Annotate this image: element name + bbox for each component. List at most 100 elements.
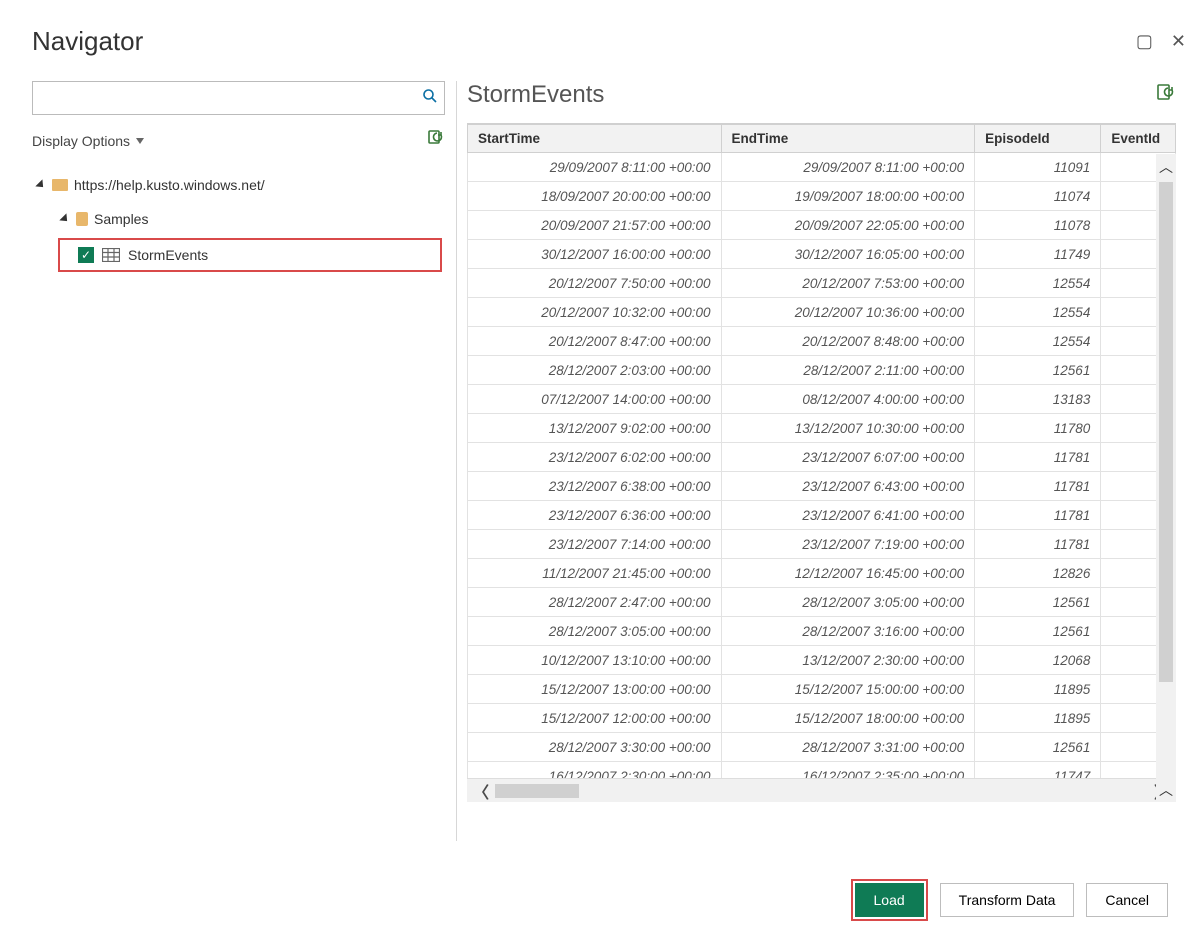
expand-icon[interactable] [59,213,70,224]
cell-endtime: 23/12/2007 6:07:00 +00:00 [721,443,975,472]
table-row[interactable]: 20/09/2007 21:57:00 +00:0020/09/2007 22:… [468,211,1176,240]
tree-table-label: StormEvents [128,247,208,263]
cell-episodeid: 12554 [975,327,1101,356]
cell-starttime: 20/12/2007 7:50:00 +00:00 [468,269,722,298]
table-row[interactable]: 29/09/2007 8:11:00 +00:0029/09/2007 8:11… [468,153,1176,182]
scroll-thumb[interactable] [1159,182,1173,682]
table-row[interactable]: 16/12/2007 2:30:00 +00:0016/12/2007 2:35… [468,762,1176,779]
search-icon[interactable] [416,88,444,109]
table-row[interactable]: 28/12/2007 2:47:00 +00:0028/12/2007 3:05… [468,588,1176,617]
table-row[interactable]: 15/12/2007 13:00:00 +00:0015/12/2007 15:… [468,675,1176,704]
cell-starttime: 20/12/2007 8:47:00 +00:00 [468,327,722,356]
table-row[interactable]: 15/12/2007 12:00:00 +00:0015/12/2007 18:… [468,704,1176,733]
cell-starttime: 20/09/2007 21:57:00 +00:00 [468,211,722,240]
cell-episodeid: 12554 [975,269,1101,298]
table-row[interactable]: 20/12/2007 10:32:00 +00:0020/12/2007 10:… [468,298,1176,327]
cell-starttime: 28/12/2007 3:05:00 +00:00 [468,617,722,646]
scroll-up-icon[interactable]: ﹀ [1159,154,1173,178]
display-options-dropdown[interactable]: Display Options [32,133,144,149]
scroll-left-icon[interactable]: 〈 [473,779,489,803]
table-row[interactable]: 11/12/2007 21:45:00 +00:0012/12/2007 16:… [468,559,1176,588]
cell-endtime: 20/09/2007 22:05:00 +00:00 [721,211,975,240]
cell-endtime: 15/12/2007 15:00:00 +00:00 [721,675,975,704]
table-row[interactable]: 23/12/2007 7:14:00 +00:0023/12/2007 7:19… [468,530,1176,559]
cell-starttime: 23/12/2007 6:38:00 +00:00 [468,472,722,501]
table-header-row: StartTime EndTime EpisodeId EventId [468,125,1176,153]
cell-endtime: 08/12/2007 4:00:00 +00:00 [721,385,975,414]
checkbox-checked-icon[interactable]: ✓ [78,247,94,263]
connection-tree: https://help.kusto.windows.net/ Samples … [32,170,450,272]
search-box[interactable] [32,81,445,115]
cell-starttime: 10/12/2007 13:10:00 +00:00 [468,646,722,675]
cell-starttime: 29/09/2007 8:11:00 +00:00 [468,153,722,182]
search-input[interactable] [33,86,416,110]
cell-episodeid: 12561 [975,733,1101,762]
preview-pane: StormEvents StartTime EndTime EpisodeId … [467,81,1200,841]
cell-episodeid: 11078 [975,211,1101,240]
cell-endtime: 30/12/2007 16:05:00 +00:00 [721,240,975,269]
cell-episodeid: 12561 [975,356,1101,385]
tree-table-node-stormevents[interactable]: ✓ StormEvents [58,238,442,272]
cell-starttime: 28/12/2007 3:30:00 +00:00 [468,733,722,762]
table-row[interactable]: 28/12/2007 3:30:00 +00:0028/12/2007 3:31… [468,733,1176,762]
table-row[interactable]: 07/12/2007 14:00:00 +00:0008/12/2007 4:0… [468,385,1176,414]
scroll-down-icon[interactable]: ︿ [1159,778,1173,802]
expand-icon[interactable] [35,179,46,190]
vertical-scrollbar[interactable]: ﹀ ︿ [1156,154,1176,802]
cell-starttime: 20/12/2007 10:32:00 +00:00 [468,298,722,327]
cell-episodeid: 11091 [975,153,1101,182]
table-row[interactable]: 23/12/2007 6:38:00 +00:0023/12/2007 6:43… [468,472,1176,501]
col-header-starttime[interactable]: StartTime [468,125,722,153]
tree-database-node[interactable]: Samples [62,204,450,234]
col-header-eventid[interactable]: EventId [1101,125,1176,153]
cell-episodeid: 12826 [975,559,1101,588]
cell-episodeid: 12068 [975,646,1101,675]
window-close-icon[interactable]: ✕ [1171,32,1186,50]
cell-starttime: 28/12/2007 2:47:00 +00:00 [468,588,722,617]
cancel-button[interactable]: Cancel [1086,883,1168,917]
col-header-endtime[interactable]: EndTime [721,125,975,153]
cell-starttime: 15/12/2007 13:00:00 +00:00 [468,675,722,704]
tree-root-label: https://help.kusto.windows.net/ [74,177,265,193]
cell-starttime: 15/12/2007 12:00:00 +00:00 [468,704,722,733]
col-header-episodeid[interactable]: EpisodeId [975,125,1101,153]
table-row[interactable]: 20/12/2007 8:47:00 +00:0020/12/2007 8:48… [468,327,1176,356]
cell-endtime: 15/12/2007 18:00:00 +00:00 [721,704,975,733]
cell-episodeid: 11895 [975,675,1101,704]
navigator-sidebar: Display Options https://help.kusto.windo… [0,81,450,841]
table-row[interactable]: 13/12/2007 9:02:00 +00:0013/12/2007 10:3… [468,414,1176,443]
cell-episodeid: 11781 [975,501,1101,530]
table-row[interactable]: 28/12/2007 3:05:00 +00:0028/12/2007 3:16… [468,617,1176,646]
cell-starttime: 07/12/2007 14:00:00 +00:00 [468,385,722,414]
data-grid: StartTime EndTime EpisodeId EventId 29/0… [467,123,1176,802]
cell-starttime: 16/12/2007 2:30:00 +00:00 [468,762,722,779]
cell-endtime: 28/12/2007 3:31:00 +00:00 [721,733,975,762]
table-row[interactable]: 23/12/2007 6:02:00 +00:0023/12/2007 6:07… [468,443,1176,472]
horizontal-scrollbar[interactable]: 〈 〉 [467,778,1176,802]
table-row[interactable]: 10/12/2007 13:10:00 +00:0013/12/2007 2:3… [468,646,1176,675]
cell-endtime: 12/12/2007 16:45:00 +00:00 [721,559,975,588]
table-row[interactable]: 30/12/2007 16:00:00 +00:0030/12/2007 16:… [468,240,1176,269]
refresh-preview-icon[interactable] [1156,83,1176,108]
transform-data-button[interactable]: Transform Data [940,883,1075,917]
table-row[interactable]: 20/12/2007 7:50:00 +00:0020/12/2007 7:53… [468,269,1176,298]
table-row[interactable]: 28/12/2007 2:03:00 +00:0028/12/2007 2:11… [468,356,1176,385]
cell-endtime: 23/12/2007 7:19:00 +00:00 [721,530,975,559]
refresh-tree-icon[interactable] [427,129,445,152]
tree-root-node[interactable]: https://help.kusto.windows.net/ [38,170,450,200]
dialog-buttons: Load Transform Data Cancel [851,879,1168,921]
cell-endtime: 28/12/2007 2:11:00 +00:00 [721,356,975,385]
load-button[interactable]: Load [855,883,924,917]
cell-endtime: 19/09/2007 18:00:00 +00:00 [721,182,975,211]
cell-endtime: 28/12/2007 3:16:00 +00:00 [721,617,975,646]
cell-episodeid: 11781 [975,443,1101,472]
scroll-thumb[interactable] [495,784,579,798]
table-row[interactable]: 18/09/2007 20:00:00 +00:0019/09/2007 18:… [468,182,1176,211]
cell-endtime: 20/12/2007 8:48:00 +00:00 [721,327,975,356]
table-row[interactable]: 23/12/2007 6:36:00 +00:0023/12/2007 6:41… [468,501,1176,530]
cell-starttime: 11/12/2007 21:45:00 +00:00 [468,559,722,588]
scroll-track[interactable] [495,784,1148,798]
cell-episodeid: 12554 [975,298,1101,327]
load-button-highlight: Load [851,879,928,921]
window-restore-icon[interactable]: ▢ [1136,32,1153,50]
